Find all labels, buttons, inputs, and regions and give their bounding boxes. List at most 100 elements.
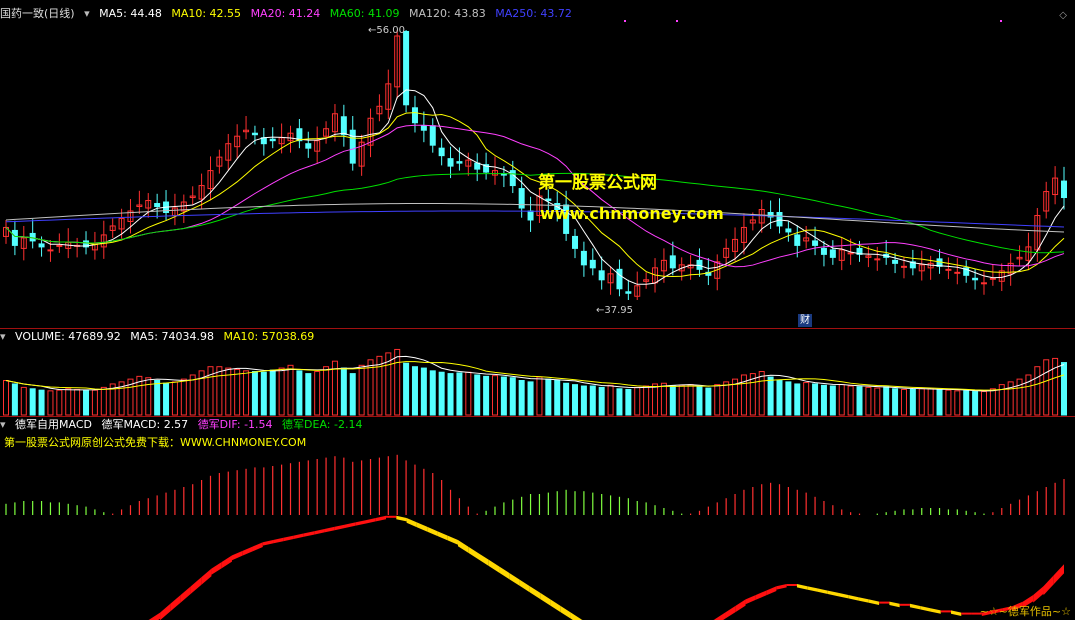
volume-bar bbox=[874, 387, 881, 416]
candle-body bbox=[438, 147, 445, 157]
volume-bar bbox=[865, 386, 872, 416]
chevron-down-icon[interactable]: ▾ bbox=[0, 418, 6, 431]
volume-bar bbox=[474, 374, 481, 416]
volume-bar bbox=[305, 373, 312, 416]
volume-bar bbox=[989, 388, 996, 416]
candle-body bbox=[945, 268, 952, 271]
candlestick-chart[interactable] bbox=[0, 0, 1075, 330]
macd-ribbon-segment bbox=[478, 553, 489, 566]
volume-bar bbox=[251, 371, 258, 416]
macd-ribbon-segment bbox=[231, 551, 243, 561]
volume-bar bbox=[589, 385, 596, 416]
low-price-annotation: ←37.95 bbox=[596, 305, 634, 316]
candle-body bbox=[812, 240, 819, 246]
candle-body bbox=[38, 243, 45, 248]
macd-ribbon-segment bbox=[314, 529, 325, 535]
macd-ribbon-segment bbox=[334, 524, 345, 531]
watermark-url: www.chnmoney.com bbox=[540, 204, 724, 223]
volume-bar bbox=[296, 370, 303, 416]
volume-bar bbox=[509, 377, 516, 416]
macd-ribbon-segment bbox=[899, 603, 910, 606]
volume-bar bbox=[154, 380, 161, 416]
high-price-value: 56.00 bbox=[376, 25, 406, 36]
macd-ribbon-segment bbox=[149, 612, 161, 620]
volume-bar bbox=[65, 388, 72, 416]
volume-bar bbox=[465, 371, 472, 416]
volume-chart[interactable] bbox=[0, 344, 1075, 416]
candle-body bbox=[669, 255, 676, 269]
macd-ribbon-segment bbox=[920, 606, 931, 612]
macd-ribbon-segment bbox=[252, 542, 263, 552]
volume-bar bbox=[420, 367, 427, 416]
dea-value: 德军DEA: -2.14 bbox=[282, 418, 363, 431]
volume-bar bbox=[794, 383, 801, 416]
macd-ribbon-segment bbox=[160, 603, 171, 620]
volume-label: VOLUME: 47689.92 bbox=[15, 330, 121, 343]
candle-body bbox=[794, 234, 801, 246]
candle-body bbox=[305, 143, 312, 149]
macd-ribbon-segment bbox=[961, 612, 972, 615]
volume-bar bbox=[776, 380, 783, 416]
macd-ribbon-segment bbox=[848, 595, 859, 601]
macd-value: 德军MACD: 2.57 bbox=[101, 418, 189, 431]
macd-ribbon-segment bbox=[190, 577, 202, 594]
volume-bar bbox=[74, 388, 81, 416]
chevron-down-icon[interactable]: ▾ bbox=[0, 330, 6, 343]
ma20-line bbox=[5, 124, 1065, 268]
volume-bar bbox=[483, 375, 490, 416]
macd-ribbon-segment bbox=[725, 606, 736, 619]
macd-ribbon-segment bbox=[519, 579, 530, 593]
volume-bar bbox=[38, 389, 45, 416]
volume-bar bbox=[660, 382, 667, 416]
volume-bar bbox=[20, 386, 27, 416]
candle-body bbox=[474, 162, 481, 170]
volume-bar bbox=[892, 388, 899, 416]
volume-bar bbox=[447, 373, 454, 416]
volume-bar bbox=[723, 381, 730, 416]
volume-bar bbox=[803, 382, 810, 416]
volume-bar bbox=[1043, 359, 1050, 416]
macd-note: 第一股票公式网原创公式免费下载：WWW.CHNMONEY.COM bbox=[4, 436, 307, 449]
macd-ribbon-segment bbox=[868, 599, 880, 605]
volume-bar bbox=[820, 384, 827, 416]
macd-ribbon-segment bbox=[909, 603, 921, 610]
macd-ribbon-segment bbox=[838, 592, 849, 599]
volume-bar bbox=[234, 368, 241, 416]
volume-bar bbox=[394, 348, 401, 416]
volume-bar bbox=[314, 371, 321, 416]
candle-body bbox=[154, 203, 161, 208]
macd-ribbon-segment bbox=[406, 518, 417, 528]
volume-bar bbox=[260, 371, 267, 416]
volume-bar bbox=[83, 389, 90, 416]
volume-bar bbox=[3, 380, 9, 416]
financial-report-badge[interactable]: 财 bbox=[798, 314, 812, 327]
candle-body bbox=[829, 249, 836, 258]
macd-ribbon-segment bbox=[211, 562, 222, 575]
volume-bar bbox=[56, 389, 63, 416]
volume-bar bbox=[678, 384, 685, 416]
volume-bar bbox=[145, 377, 152, 416]
volume-bar bbox=[883, 386, 890, 416]
macd-ribbon-segment bbox=[468, 546, 479, 560]
macd-ribbon-segment bbox=[1053, 564, 1064, 585]
macd-ribbon-segment bbox=[355, 520, 366, 526]
volume-bar bbox=[767, 376, 774, 416]
candle-body bbox=[589, 259, 596, 269]
macd-ribbon-segment bbox=[262, 540, 274, 546]
macd-ribbon-segment bbox=[540, 592, 551, 606]
macd-ribbon-segment bbox=[365, 518, 376, 524]
candle-body bbox=[874, 258, 881, 261]
candle-body bbox=[572, 235, 579, 249]
volume-bar bbox=[669, 385, 676, 416]
macd-ribbon-segment bbox=[1043, 575, 1054, 596]
candle-body bbox=[11, 229, 18, 246]
volume-bar bbox=[243, 370, 250, 416]
macd-ribbon-segment bbox=[940, 610, 952, 613]
signal-dot bbox=[1000, 20, 1002, 22]
volume-bar bbox=[945, 389, 952, 416]
candle-body bbox=[447, 158, 454, 167]
macd-chart[interactable] bbox=[0, 450, 1075, 620]
macd-ribbon-segment bbox=[170, 595, 181, 612]
macd-ribbon-segment bbox=[283, 535, 294, 542]
volume-bar bbox=[580, 385, 587, 416]
